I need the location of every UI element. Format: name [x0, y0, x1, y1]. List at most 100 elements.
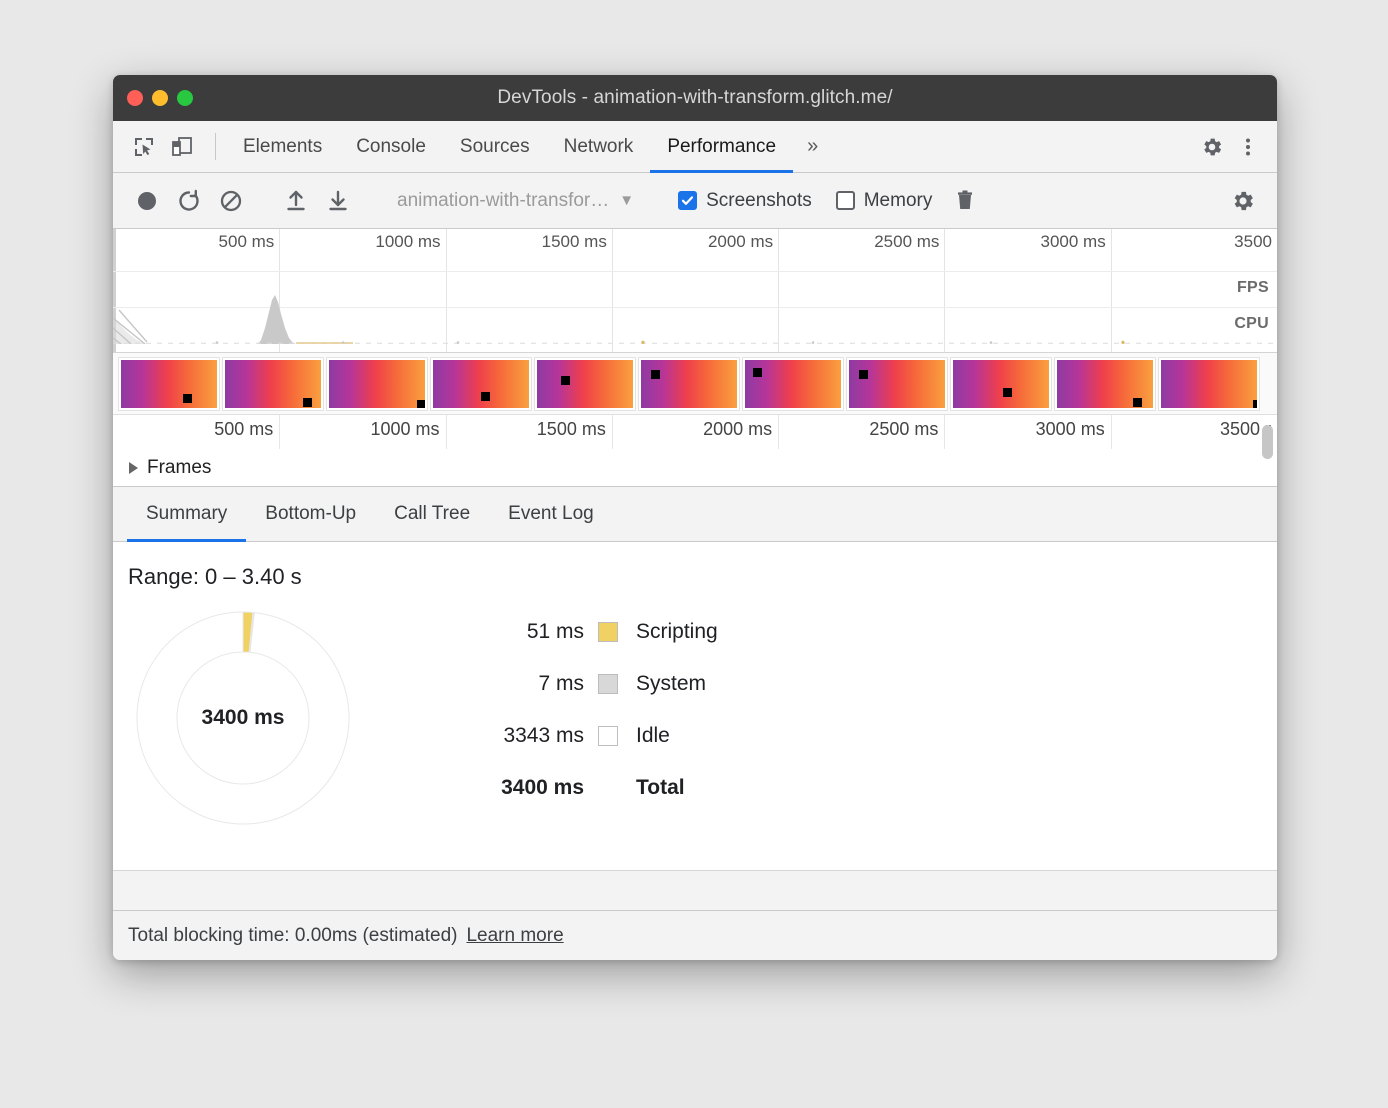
detail-panel-tabs: Summary Bottom-Up Call Tree Event Log — [113, 487, 1277, 542]
timeline-overview[interactable]: 500 ms1000 ms1500 ms2000 ms2500 ms3000 m… — [113, 229, 1277, 353]
panel-tab-list: Elements Console Sources Network Perform… — [226, 121, 793, 172]
capture-settings-gear-icon[interactable] — [1223, 181, 1263, 221]
memory-checkbox[interactable]: Memory — [825, 190, 944, 212]
filmstrip-frame[interactable] — [1055, 358, 1155, 410]
device-toolbar-icon[interactable] — [165, 130, 199, 164]
legend-row[interactable]: 51 ms Scripting — [458, 620, 718, 644]
summary-panel: Range: 0 – 3.40 s 3400 ms 51 msScripting… — [113, 542, 1277, 870]
traffic-lights — [113, 90, 193, 106]
tab-event-log[interactable]: Event Log — [489, 487, 613, 541]
tab-summary[interactable]: Summary — [127, 487, 246, 541]
legend-label: Scripting — [636, 620, 718, 644]
more-tabs-chevron-icon[interactable]: » — [793, 121, 832, 172]
overview-tick-label: 1000 ms — [375, 232, 440, 252]
overview-tick-label: 2500 ms — [874, 232, 939, 252]
minimize-window-button[interactable] — [152, 90, 168, 106]
save-profile-icon[interactable] — [318, 181, 358, 221]
tab-network[interactable]: Network — [547, 121, 651, 172]
detail-tick-label: 2000 ms — [703, 419, 772, 440]
record-icon[interactable] — [127, 181, 167, 221]
detail-tick-label: 3000 ms — [1036, 419, 1105, 440]
filmstrip-frame-image — [121, 360, 217, 408]
load-profile-icon[interactable] — [276, 181, 316, 221]
detail-tick-label: 2500 ms — [869, 419, 938, 440]
tab-label: Performance — [667, 136, 776, 158]
legend-label: System — [636, 672, 706, 696]
detail-tick-label: 1000 ms — [371, 419, 440, 440]
panel-bottom-strip — [113, 870, 1277, 910]
filmstrip-frame[interactable] — [951, 358, 1051, 410]
filmstrip-frame-image — [225, 360, 321, 408]
learn-more-link[interactable]: Learn more — [466, 925, 563, 947]
filmstrip-frame[interactable] — [431, 358, 531, 410]
filmstrip-frame-image — [1161, 360, 1257, 408]
overview-divider-fps — [113, 271, 1277, 272]
tab-label: Call Tree — [394, 503, 470, 525]
tab-bottom-up[interactable]: Bottom-Up — [246, 487, 375, 541]
legend-value: 7 ms — [458, 672, 584, 696]
overview-tick-label: 3000 ms — [1041, 232, 1106, 252]
filmstrip-frame[interactable] — [327, 358, 427, 410]
filmstrip-frame[interactable] — [639, 358, 739, 410]
chevron-down-icon: ▼ — [619, 192, 634, 209]
collect-garbage-trash-icon[interactable] — [945, 181, 985, 221]
filmstrip[interactable] — [113, 353, 1277, 415]
more-options-kebab-icon[interactable] — [1231, 130, 1265, 164]
overview-row-label-net: NET — [1236, 351, 1269, 353]
legend-value: 51 ms — [458, 620, 584, 644]
filmstrip-frame-image — [537, 360, 633, 408]
tab-label: Event Log — [508, 503, 594, 525]
filmstrip-frame-image — [849, 360, 945, 408]
animated-square — [303, 398, 312, 407]
tab-console[interactable]: Console — [339, 121, 443, 172]
detail-timeline-ruler: 500 ms1000 ms1500 ms2000 ms2500 ms3000 m… — [113, 415, 1277, 449]
inspect-element-icon[interactable] — [127, 130, 161, 164]
chevron-right-icon — [129, 462, 138, 474]
total-blocking-time-text: Total blocking time: 0.00ms (estimated) — [128, 925, 457, 947]
filmstrip-frame-image — [641, 360, 737, 408]
overview-tick-label: 500 ms — [219, 232, 275, 252]
clear-recording-icon[interactable] — [211, 181, 251, 221]
cpu-activity-graph — [113, 282, 1277, 344]
screenshots-checkbox[interactable]: Screenshots — [667, 190, 823, 212]
settings-gear-icon[interactable] — [1195, 130, 1229, 164]
filmstrip-frame-image — [329, 360, 425, 408]
animated-square — [1133, 398, 1142, 407]
page-select-dropdown[interactable]: animation-with-transfor… ▼ — [383, 190, 642, 212]
legend-row[interactable]: 7 ms System — [458, 672, 718, 696]
legend-row[interactable]: 3343 msIdle — [458, 724, 718, 748]
filmstrip-frame[interactable] — [535, 358, 635, 410]
tab-sources[interactable]: Sources — [443, 121, 547, 172]
frames-label-text: Frames — [147, 457, 211, 479]
frames-track[interactable]: Frames — [113, 449, 1277, 487]
frames-expand-toggle[interactable]: Frames — [113, 457, 211, 479]
detail-tick-label: 1500 ms — [537, 419, 606, 440]
tab-label: Sources — [460, 136, 530, 158]
legend-swatch — [598, 622, 618, 642]
legend-swatch — [598, 726, 618, 746]
memory-label: Memory — [864, 190, 933, 212]
vertical-scrollbar-thumb[interactable] — [1262, 425, 1273, 459]
tab-performance[interactable]: Performance — [650, 121, 793, 172]
reload-and-record-icon[interactable] — [169, 181, 209, 221]
animated-square — [753, 368, 762, 377]
overview-row-label-cpu: CPU — [1234, 315, 1269, 333]
devtools-tabbar: Elements Console Sources Network Perform… — [113, 121, 1277, 173]
filmstrip-frame[interactable] — [743, 358, 843, 410]
filmstrip-frame[interactable] — [119, 358, 219, 410]
tab-call-tree[interactable]: Call Tree — [375, 487, 489, 541]
filmstrip-frame[interactable] — [223, 358, 323, 410]
tab-label: Network — [564, 136, 634, 158]
filmstrip-frame[interactable] — [1159, 358, 1259, 410]
legend-value: 3343 ms — [458, 724, 584, 748]
close-window-button[interactable] — [127, 90, 143, 106]
filmstrip-frame[interactable] — [847, 358, 947, 410]
tab-label: Summary — [146, 503, 227, 525]
overview-tick-label: 1500 ms — [542, 232, 607, 252]
animated-square — [417, 400, 426, 409]
window-title: DevTools - animation-with-transform.glit… — [113, 87, 1277, 109]
maximize-window-button[interactable] — [177, 90, 193, 106]
tab-elements[interactable]: Elements — [226, 121, 339, 172]
devtools-window: DevTools - animation-with-transform.glit… — [113, 75, 1277, 960]
overview-row-label-fps: FPS — [1237, 279, 1269, 297]
